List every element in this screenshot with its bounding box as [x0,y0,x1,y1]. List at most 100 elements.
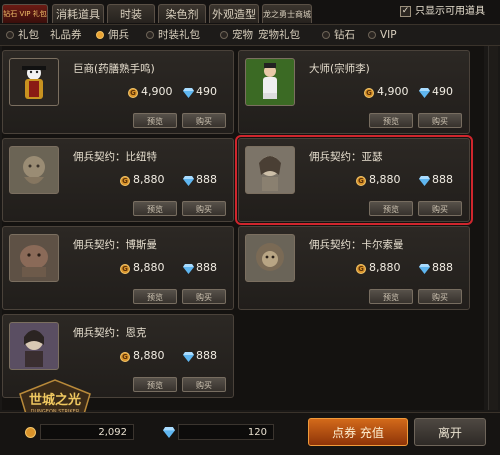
preview-button[interactable]: 预览 [133,201,177,216]
filter-label: VIP [380,29,397,41]
only-available-checkbox[interactable]: ✓ [400,6,411,17]
mall-window: 钻石 VIP 礼包 消耗道具 时装 染色剂 外观造型 龙之勇士商城 ✓ 只显示可… [0,0,500,455]
filter-radio[interactable] [146,31,154,39]
tab-consumables[interactable]: 消耗道具 [52,4,104,23]
only-available-label: 只显示可用道具 [415,6,485,17]
gold-coin-icon: G [128,88,138,98]
buy-button[interactable]: 购买 [418,289,462,304]
diamond-price: 490 [432,85,453,98]
leave-button[interactable]: 离开 [414,418,486,446]
gold-coin-icon: G [120,264,130,274]
buy-button[interactable]: 购买 [418,113,462,128]
filter-gift-voucher[interactable]: 礼品券 [50,28,90,42]
buy-button[interactable]: 购买 [182,201,226,216]
diamond-icon [419,176,430,186]
diamond-price: 888 [196,173,217,186]
item-card[interactable]: 佣兵契约：卡尔索曼 G 8,880 888 预览 购买 [238,226,470,310]
gold-price: 8,880 [369,173,401,186]
merchant-portrait [9,58,59,106]
item-card-selected[interactable]: 佣兵契约：亚瑟 G 8,880 888 预览 购买 [235,135,473,225]
filter-radio-selected[interactable] [96,31,104,39]
gold-coin-icon: G [356,264,366,274]
bottom-bar: 2,092 120 点券 充值 离开 [0,412,500,455]
filter-diamond[interactable]: 钻石 [322,28,372,42]
item-name: 佣兵契约：博斯曼 [73,239,157,251]
mercenary-portrait [9,322,59,370]
gold-price: 8,880 [133,173,165,186]
gold-coin-icon: G [120,176,130,186]
mercenary-portrait [245,146,295,194]
diamond-balance: 120 [178,424,274,440]
preview-button[interactable]: 预览 [133,377,177,392]
gold-price: 8,880 [369,261,401,274]
filter-radio[interactable] [322,31,330,39]
item-card[interactable]: 巨商(药膳熟手鸣) G 4,900 490 预览 购买 [2,50,234,134]
filter-vip[interactable]: VIP [368,28,418,42]
recharge-button[interactable]: 点券 充值 [308,418,408,446]
buy-button[interactable]: 购买 [182,377,226,392]
item-card[interactable]: 佣兵契约：比纽特 G 8,880 888 预览 购买 [2,138,234,222]
filter-label: 佣兵 [108,29,129,41]
mercenary-portrait [9,146,59,194]
item-card[interactable]: 佣兵契约：博斯曼 G 8,880 888 预览 购买 [2,226,234,310]
gold-balance: 2,092 [40,424,134,440]
item-grid: 巨商(药膳熟手鸣) G 4,900 490 预览 购买 大师(宗师李) G 4,… [2,46,484,410]
filter-radio[interactable] [220,31,228,39]
diamond-price: 490 [196,85,217,98]
preview-button[interactable]: 预览 [369,289,413,304]
filter-label: 钻石 [334,29,355,41]
filter-radio[interactable] [6,31,14,39]
diamond-icon [183,352,194,362]
item-name: 巨商(药膳熟手鸣) [73,63,155,75]
mercenary-portrait [245,234,295,282]
diamond-icon [163,427,175,438]
item-name: 佣兵契约：比纽特 [73,151,157,163]
preview-button[interactable]: 预览 [133,113,177,128]
diamond-icon [419,88,430,98]
subcategory-filter-bar: 礼包 礼品券 佣兵 时装礼包 宠物 宠物礼包 钻石 VIP [0,25,500,46]
preview-button[interactable]: 预览 [133,289,177,304]
gold-coin-icon: G [364,88,374,98]
item-name: 佣兵契约：卡尔索曼 [309,239,404,251]
filter-pet-pack[interactable]: 宠物礼包 [258,28,318,42]
gold-coin-icon: G [120,352,130,362]
category-tab-bar: 钻石 VIP 礼包 消耗道具 时装 染色剂 外观造型 龙之勇士商城 ✓ 只显示可… [0,0,500,25]
gold-coin-icon: G [356,176,366,186]
master-portrait [245,58,295,106]
preview-button[interactable]: 预览 [369,113,413,128]
tab-dye[interactable]: 染色剂 [158,4,206,23]
filter-label: 宠物 [232,29,253,41]
buy-button[interactable]: 购买 [182,113,226,128]
tab-dragon-warrior-mall[interactable]: 龙之勇士商城 [262,4,312,23]
buy-button[interactable]: 购买 [182,289,226,304]
filter-label: 时装礼包 [158,29,200,41]
gold-price: 4,900 [141,85,173,98]
item-name: 大师(宗师李) [309,63,370,75]
diamond-icon [183,176,194,186]
filter-label: 礼品券 [50,29,82,41]
grid-scrollbar[interactable] [488,46,498,410]
filter-mercenary[interactable]: 佣兵 [96,28,146,42]
mercenary-portrait [9,234,59,282]
filter-radio[interactable] [368,31,376,39]
item-name: 佣兵契约：亚瑟 [309,151,383,163]
gold-price: 8,880 [133,349,165,362]
item-card[interactable]: 大师(宗师李) G 4,900 490 预览 购买 [238,50,470,134]
diamond-price: 888 [432,261,453,274]
diamond-icon [419,264,430,274]
tab-diamond-vip-pack[interactable]: 钻石 VIP 礼包 [2,4,48,23]
tab-fashion[interactable]: 时装 [107,4,155,23]
svg-text:世城之光: 世城之光 [29,392,81,408]
filter-fashion-pack[interactable]: 时装礼包 [146,28,226,42]
item-name: 佣兵契约：恩克 [73,327,147,339]
filter-label: 宠物礼包 [258,29,300,41]
diamond-icon [183,264,194,274]
buy-button[interactable]: 购买 [418,201,462,216]
preview-button[interactable]: 预览 [369,201,413,216]
tab-appearance[interactable]: 外观造型 [209,4,259,23]
filter-label: 礼包 [18,29,39,41]
gold-price: 8,880 [133,261,165,274]
diamond-price: 888 [196,349,217,362]
gold-price: 4,900 [377,85,409,98]
gold-coin-icon [25,427,36,438]
